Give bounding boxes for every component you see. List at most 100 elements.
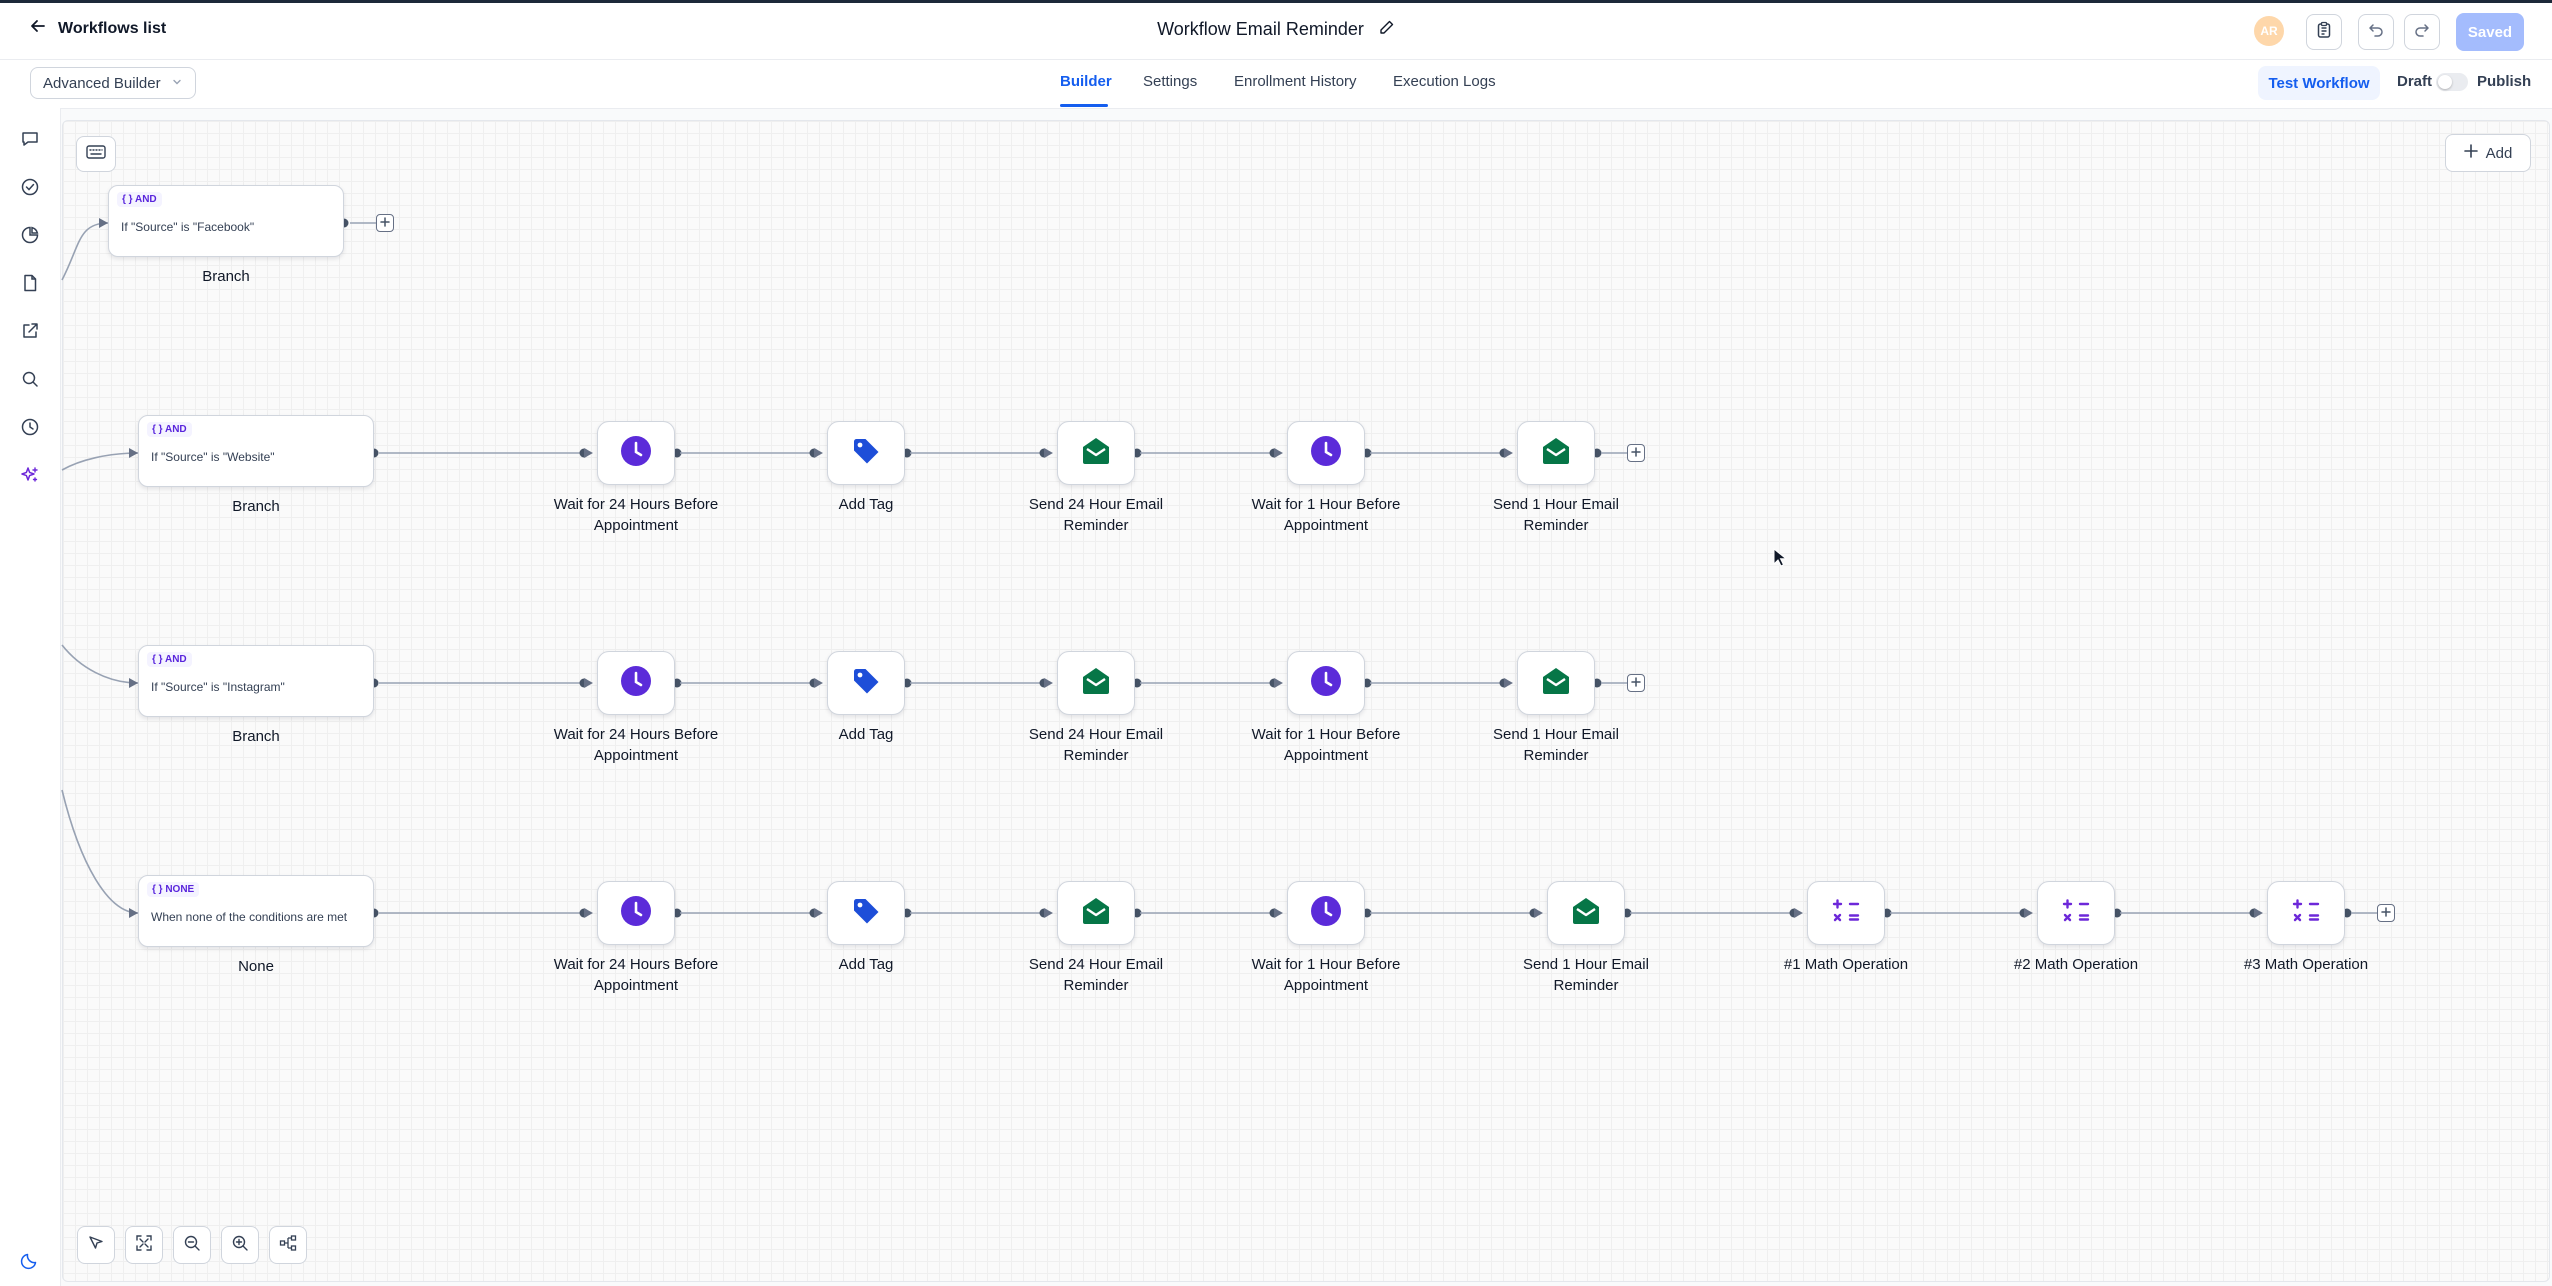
action-node-math[interactable] — [2037, 881, 2115, 945]
arrow-head — [1504, 678, 1513, 688]
action-node-label: Wait for 24 Hours Before — [553, 726, 719, 743]
condition-chip: { } AND — [147, 422, 192, 437]
envelope-open-icon — [1540, 665, 1572, 702]
action-node-label: Send 24 Hour Email — [1028, 956, 1164, 973]
plus-icon — [1631, 444, 1641, 462]
action-node-label: Appointment — [1283, 977, 1369, 994]
branch-condition-card[interactable]: { } NONE When none of the conditions are … — [138, 875, 374, 947]
action-node-tag[interactable] — [827, 651, 905, 715]
action-node-label: Appointment — [1283, 517, 1369, 534]
arrow-head — [584, 678, 593, 688]
action-node-email[interactable] — [1517, 651, 1595, 715]
action-node-tag[interactable] — [827, 421, 905, 485]
arrow-head — [129, 678, 138, 688]
arrow-head — [2024, 908, 2033, 918]
action-node-label: Send 1 Hour Email — [1493, 496, 1619, 513]
add-step-button[interactable] — [1627, 444, 1645, 462]
mouse-cursor-icon — [1773, 547, 1788, 573]
action-node-label: Reminder — [1523, 747, 1589, 764]
arrow-head — [584, 448, 593, 458]
arrow-head — [1044, 678, 1053, 688]
plus-icon — [1631, 674, 1641, 692]
arrow-head — [1274, 908, 1283, 918]
clock-icon — [619, 664, 653, 703]
action-node-label: Send 24 Hour Email — [1028, 726, 1164, 743]
branch-label: None — [238, 958, 274, 975]
action-node-tag[interactable] — [827, 881, 905, 945]
action-node-wait[interactable] — [597, 421, 675, 485]
action-node-label: Reminder — [1523, 517, 1589, 534]
branch-condition-text: When none of the conditions are met — [151, 910, 348, 924]
clock-icon — [1309, 894, 1343, 933]
plus-icon — [2381, 904, 2391, 922]
arrow-head — [129, 448, 138, 458]
branch-condition-text: If "Source" is "Website" — [151, 450, 275, 464]
arrow-head — [1044, 448, 1053, 458]
tag-icon — [850, 435, 882, 472]
action-node-wait[interactable] — [1287, 421, 1365, 485]
envelope-open-icon — [1080, 435, 1112, 472]
calculator-icon — [1830, 895, 1862, 932]
action-node-label: Send 24 Hour Email — [1028, 496, 1164, 513]
add-step-button[interactable] — [1627, 674, 1645, 692]
clock-icon — [619, 434, 653, 473]
branch-label: Branch — [232, 498, 280, 515]
arrow-head — [1534, 908, 1543, 918]
action-node-math[interactable] — [1807, 881, 1885, 945]
action-node-label: Wait for 1 Hour Before — [1251, 726, 1401, 743]
condition-chip: { } AND — [147, 652, 192, 667]
action-node-label: Wait for 24 Hours Before — [553, 496, 719, 513]
tag-icon — [850, 895, 882, 932]
plus-icon — [380, 214, 390, 232]
action-node-wait[interactable] — [1287, 651, 1365, 715]
action-node-label: Wait for 1 Hour Before — [1251, 496, 1401, 513]
action-node-wait[interactable] — [1287, 881, 1365, 945]
branch-label: Branch — [202, 268, 250, 285]
branch-trunk-line — [61, 644, 139, 684]
envelope-open-icon — [1570, 895, 1602, 932]
action-node-email[interactable] — [1057, 421, 1135, 485]
arrow-head — [1504, 448, 1513, 458]
clock-icon — [1309, 434, 1343, 473]
arrow-head — [814, 908, 823, 918]
action-node-math[interactable] — [2267, 881, 2345, 945]
branch-condition-card[interactable]: { } AND If "Source" is "Website" — [138, 415, 374, 487]
action-node-email[interactable] — [1517, 421, 1595, 485]
arrow-head — [1044, 908, 1053, 918]
clock-icon — [1309, 664, 1343, 703]
action-node-email[interactable] — [1057, 881, 1135, 945]
action-node-label: Send 1 Hour Email — [1523, 956, 1649, 973]
action-node-label: Wait for 24 Hours Before — [553, 956, 719, 973]
clock-icon — [619, 894, 653, 933]
arrow-head — [99, 218, 108, 228]
envelope-open-icon — [1080, 895, 1112, 932]
action-node-label: Add Tag — [838, 956, 894, 973]
action-node-email[interactable] — [1057, 651, 1135, 715]
action-node-label: Reminder — [1553, 977, 1619, 994]
add-step-button[interactable] — [376, 214, 394, 232]
branch-condition-card[interactable]: { } AND If "Source" is "Instagram" — [138, 645, 374, 717]
action-node-label: Appointment — [593, 747, 679, 764]
arrow-head — [814, 448, 823, 458]
action-node-wait[interactable] — [597, 651, 675, 715]
tag-icon — [850, 665, 882, 702]
connector-lines — [61, 218, 2377, 918]
action-node-label: Reminder — [1063, 977, 1129, 994]
calculator-icon — [2290, 895, 2322, 932]
branch-condition-text: If "Source" is "Instagram" — [151, 680, 285, 694]
action-node-label: Reminder — [1063, 747, 1129, 764]
action-node-label: Add Tag — [838, 496, 894, 513]
arrow-head — [814, 678, 823, 688]
arrow-head — [1274, 448, 1283, 458]
condition-chip: { } NONE — [147, 882, 200, 897]
action-node-label: Send 1 Hour Email — [1493, 726, 1619, 743]
branch-condition-card[interactable]: { } AND If "Source" is "Facebook" — [108, 185, 344, 257]
branch-trunk-line — [61, 789, 139, 914]
branch-label: Branch — [232, 728, 280, 745]
add-step-button[interactable] — [2377, 904, 2395, 922]
action-node-label: Appointment — [1283, 747, 1369, 764]
calculator-icon — [2060, 895, 2092, 932]
action-node-email[interactable] — [1547, 881, 1625, 945]
branch-condition-text: If "Source" is "Facebook" — [121, 220, 255, 234]
action-node-wait[interactable] — [597, 881, 675, 945]
